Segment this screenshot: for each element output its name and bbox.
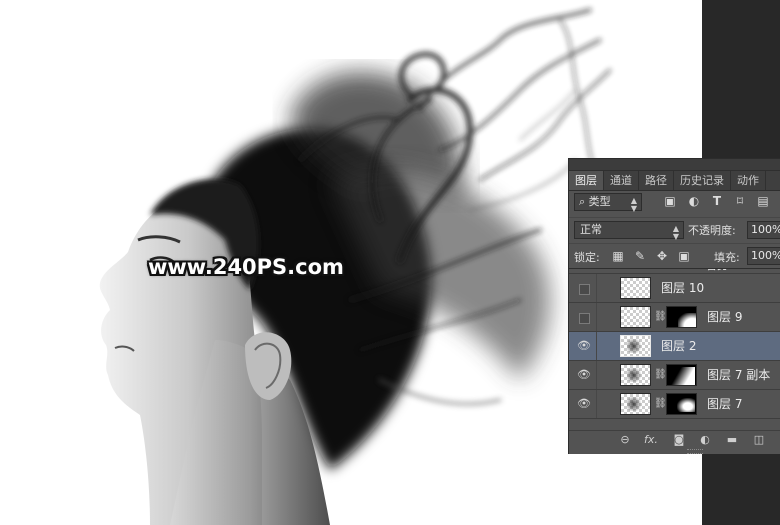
layer-row[interactable]: 图层 10 — [569, 274, 780, 303]
layer-thumbnail — [620, 277, 651, 299]
layer-mask-thumbnail[interactable] — [666, 393, 697, 415]
filter-kind-value: 类型 — [588, 195, 611, 208]
layer-name: 着身 — [705, 269, 729, 272]
tab-history[interactable]: 历史记录 — [674, 171, 731, 190]
eye-icon: 👁 — [577, 339, 591, 352]
select-arrows-icon: ▲ ▼ — [672, 224, 679, 241]
layer-mask-thumbnail[interactable] — [666, 364, 697, 386]
link-layers-icon[interactable]: ⊖ — [617, 433, 633, 447]
layers-panel[interactable]: 图层 通道 路径 历史记录 动作 ⌕ 类型 ▲ ▼ ▣ ◐ T ⌑ ▤ 正常 ▲ ▼… — [568, 158, 780, 454]
hidden-box-icon — [579, 313, 590, 324]
blend-row: 正常 ▲ ▼ 不透明度: 100% — [569, 217, 780, 242]
tab-layers[interactable]: 图层 — [569, 171, 604, 190]
new-layer-icon[interactable]: ◫ — [751, 433, 767, 447]
opacity-label: 不透明度: — [688, 224, 736, 237]
tab-paths[interactable]: 路径 — [639, 171, 674, 190]
layer-name[interactable]: 图层 2 — [661, 339, 696, 353]
lock-all-icon[interactable]: ▣ — [677, 249, 691, 263]
visibility-toggle[interactable] — [569, 274, 597, 302]
mask-link-icon[interactable]: ⛓ — [654, 310, 667, 324]
mask-link-icon[interactable]: ⛓ — [654, 368, 667, 382]
blend-mode-value: 正常 — [580, 223, 602, 236]
layers-panel-toolbar: ⊖ fx. ◙ ◐ ▬ ◫ — [569, 430, 780, 449]
tab-channels[interactable]: 通道 — [604, 171, 639, 190]
adjustment-filter-icon[interactable]: ◐ — [687, 194, 701, 208]
visibility-toggle[interactable]: 👁 — [569, 390, 597, 418]
add-mask-icon[interactable]: ◙ — [671, 433, 687, 447]
tab-actions[interactable]: 动作 — [731, 171, 766, 190]
layer-name[interactable]: 图层 7 — [707, 397, 742, 411]
fill-label: 填充: — [714, 251, 740, 264]
layer-name[interactable]: 图层 7 副本 — [707, 368, 770, 382]
hidden-box-icon — [579, 284, 590, 295]
mask-link-icon[interactable]: ⛓ — [654, 397, 667, 411]
select-arrows-icon: ▲ ▼ — [630, 196, 637, 213]
layer-mask-thumbnail[interactable] — [666, 306, 697, 328]
layer-row[interactable]: ⛓ 图层 9 — [569, 303, 780, 332]
layer-name[interactable]: 图层 9 — [707, 310, 742, 324]
lock-position-icon[interactable]: ✥ — [655, 249, 669, 263]
smart-object-filter-icon[interactable]: ▤ — [756, 194, 770, 208]
panel-title-bar[interactable] — [569, 159, 780, 171]
eye-icon: 👁 — [577, 397, 591, 410]
adjustment-layer-icon[interactable]: ◐ — [697, 433, 713, 447]
new-group-icon[interactable]: ▬ — [724, 433, 740, 447]
shape-filter-icon[interactable]: ⌑ — [733, 194, 747, 208]
lock-label: 锁定: — [574, 251, 600, 264]
layer-name[interactable]: 图层 10 — [661, 281, 704, 295]
filter-kind-select[interactable]: ⌕ 类型 ▲ ▼ — [574, 193, 642, 213]
search-icon: ⌕ — [579, 195, 589, 208]
layer-thumbnail — [620, 393, 651, 415]
layer-row[interactable]: 👁 ⛓ 图层 7 副本 — [569, 361, 780, 390]
blend-mode-select[interactable]: 正常 ▲ ▼ — [574, 221, 684, 241]
lock-transparent-pixels-icon[interactable]: ▦ — [611, 249, 625, 263]
lock-image-pixels-icon[interactable]: ✎ — [633, 249, 647, 263]
layer-row[interactable]: 👁 ⛓ 图层 7 — [569, 390, 780, 419]
fill-input[interactable]: 100% — [747, 247, 780, 265]
layer-thumbnail — [620, 335, 651, 357]
eye-icon: 👁 — [577, 368, 591, 381]
type-filter-icon[interactable]: T — [710, 194, 724, 208]
layer-thumbnail — [620, 306, 651, 328]
panel-resize-grip[interactable] — [687, 449, 703, 454]
layer-thumbnail — [620, 364, 651, 386]
layer-filter-row: ⌕ 类型 ▲ ▼ ▣ ◐ T ⌑ ▤ — [569, 191, 780, 215]
image-filter-icon[interactable]: ▣ — [663, 194, 677, 208]
panel-tabs: 图层 通道 路径 历史记录 动作 — [569, 171, 780, 191]
layer-row-selected[interactable]: 👁 图层 2 — [569, 332, 780, 361]
opacity-input[interactable]: 100% — [747, 221, 780, 239]
visibility-toggle[interactable] — [569, 303, 597, 331]
fx-icon[interactable]: fx. — [643, 433, 659, 447]
visibility-toggle[interactable]: 👁 — [569, 332, 597, 360]
visibility-toggle[interactable]: 👁 — [569, 361, 597, 389]
layers-list[interactable]: 着身 图层 10 ⛓ 图层 9 👁 图层 2 👁 ⛓ 图层 7 副本 — [569, 268, 780, 431]
lock-row: 锁定: ▦ ✎ ✥ ▣ 填充: 100% — [569, 243, 780, 268]
watermark-text: www.240PS.com — [148, 255, 344, 279]
